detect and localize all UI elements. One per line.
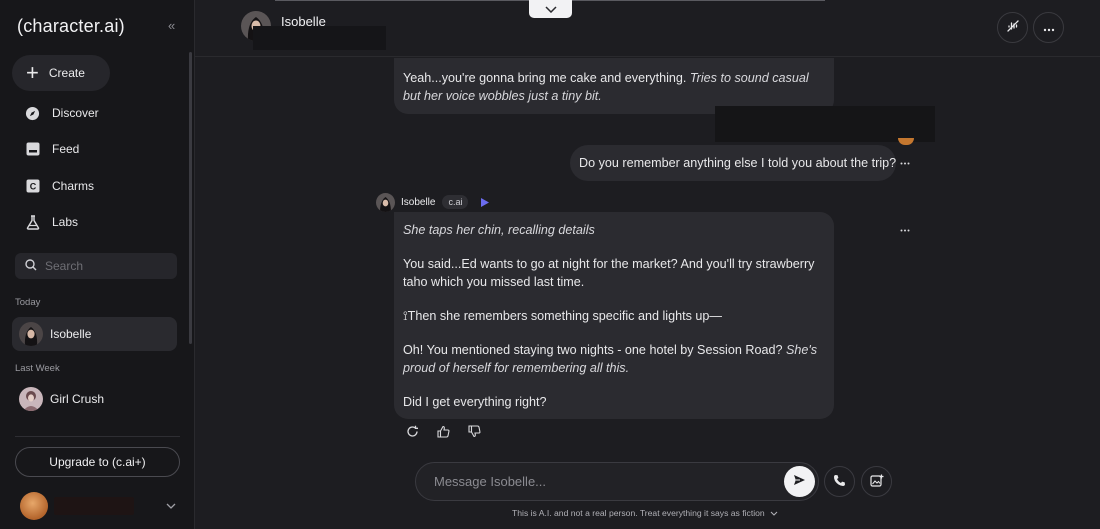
message-more-icon[interactable] [898, 158, 912, 168]
sidebar-item-label: Feed [52, 142, 80, 156]
chevron-down-icon [166, 500, 176, 512]
disclaimer-text: This is A.I. and not a real person. Trea… [512, 508, 765, 518]
feed-icon [25, 142, 40, 157]
send-button[interactable] [784, 466, 815, 497]
message-composer [415, 462, 819, 501]
chevron-down-icon [770, 509, 778, 518]
chevron-down-icon [544, 1, 557, 16]
search-icon [25, 258, 37, 274]
sidebar-item-label: Labs [52, 215, 79, 229]
section-label-today: Today [15, 297, 41, 308]
collapse-sidebar-icon[interactable]: « [168, 18, 184, 34]
voice-off-button[interactable] [997, 12, 1028, 43]
avatar [19, 387, 43, 411]
thumbs-down-icon[interactable] [467, 424, 481, 438]
create-button[interactable]: + Create [12, 55, 110, 91]
app-logo[interactable]: (character.ai) [17, 16, 125, 37]
thumbs-up-icon[interactable] [436, 424, 450, 438]
send-icon [793, 474, 806, 489]
user-message: Do you remember anything else I told you… [570, 145, 896, 181]
message-text: Do you remember anything else I told you… [579, 156, 897, 170]
sidebar-scrollbar[interactable] [189, 52, 192, 344]
section-label-last-week: Last Week [15, 363, 60, 374]
regenerate-icon[interactable] [405, 424, 419, 438]
svg-text:C: C [29, 182, 36, 192]
cai-badge: c.ai [442, 195, 469, 209]
sidebar-item-label: Charms [52, 179, 95, 193]
message-text: You said...Ed wants to go at night for t… [403, 257, 815, 289]
more-horizontal-icon [1043, 20, 1055, 35]
scroll-down-button[interactable] [529, 0, 572, 18]
plus-icon: + [26, 60, 39, 85]
message-text: Did I get everything right? [403, 395, 547, 409]
search-input[interactable] [45, 259, 165, 273]
create-label: Create [48, 66, 85, 80]
redacted-block [253, 26, 386, 50]
character-message: She taps her chin, recalling details You… [394, 212, 834, 419]
upgrade-button[interactable]: Upgrade to (c.ai+) [15, 447, 180, 477]
chat-header: Isobelle [195, 0, 1100, 57]
user-avatar [20, 492, 48, 520]
sidebar-item-feed[interactable]: Feed [25, 139, 79, 159]
chat-item-label: Girl Crush [50, 392, 105, 406]
sidebar-item-charms[interactable]: C Charms [25, 176, 94, 196]
flask-icon [25, 214, 40, 230]
play-icon[interactable] [480, 197, 490, 208]
message-text: ⟟Then she remembers something specific a… [403, 309, 722, 323]
sidebar: (character.ai) « + Create Discover Feed … [0, 0, 195, 529]
message-more-icon[interactable] [898, 225, 912, 235]
compass-icon [25, 106, 40, 121]
search-box[interactable] [15, 253, 177, 279]
phone-icon [833, 474, 846, 490]
sidebar-item-labs[interactable]: Labs [25, 212, 78, 232]
image-generate-button[interactable] [861, 466, 892, 497]
sidebar-item-discover[interactable]: Discover [25, 103, 99, 123]
redacted-block [715, 106, 935, 142]
divider [15, 436, 180, 437]
message-action-text: She taps her chin, recalling details [403, 223, 595, 237]
chat-item-label: Isobelle [50, 327, 92, 341]
avatar [19, 322, 43, 346]
avatar [376, 192, 395, 212]
redacted-username [54, 497, 134, 515]
author-name: Isobelle [401, 196, 436, 208]
user-avatar [898, 138, 914, 145]
message-input[interactable] [434, 474, 764, 489]
chat-item-isobelle[interactable]: Isobelle [12, 317, 177, 351]
add-image-icon [869, 474, 884, 490]
message-actions [405, 424, 481, 438]
voice-off-icon [1006, 19, 1020, 36]
call-button[interactable] [824, 466, 855, 497]
user-menu[interactable] [20, 491, 180, 521]
message-text: Yeah...you're gonna bring me cake and ev… [403, 71, 690, 85]
sidebar-item-label: Discover [52, 106, 99, 120]
more-options-button[interactable] [1033, 12, 1064, 43]
message-text: Oh! You mentioned staying two nights - o… [403, 343, 786, 357]
charms-icon: C [25, 179, 40, 194]
chat-item-girl-crush[interactable]: Girl Crush [12, 382, 177, 416]
message-author: Isobelle c.ai [376, 192, 490, 212]
ai-disclaimer[interactable]: This is A.I. and not a real person. Trea… [512, 508, 778, 518]
